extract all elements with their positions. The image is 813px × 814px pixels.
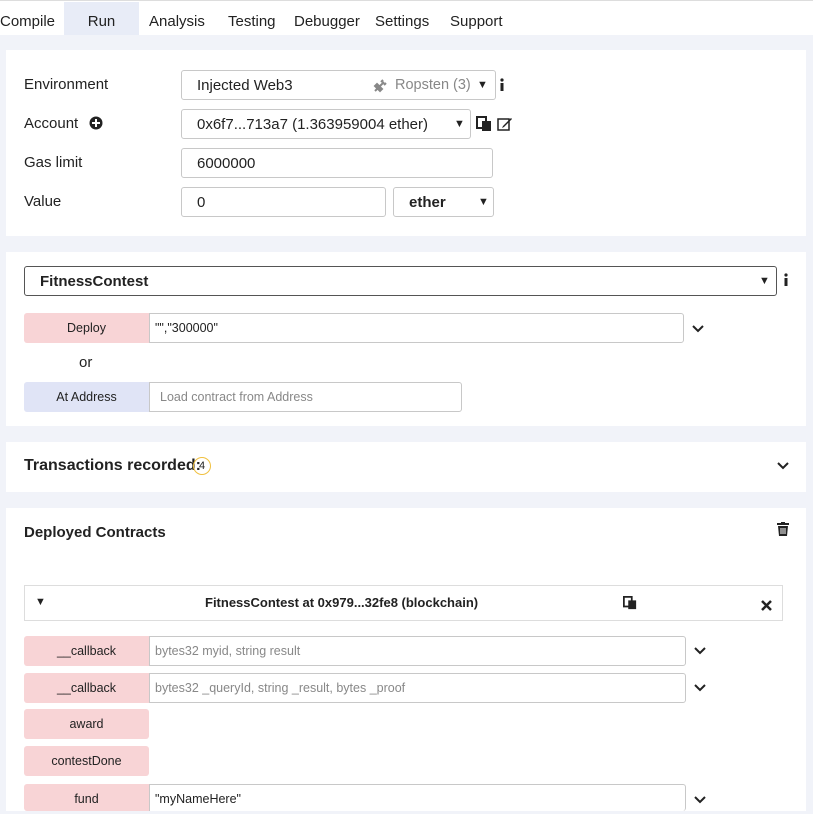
chevron-down-icon: ▼ [477, 79, 488, 91]
at-address-label: At Address [56, 390, 117, 404]
tab-bar: Compile Run Analysis Testing Debugger Se… [0, 0, 813, 35]
contract-select[interactable]: FitnessContest ▼ [24, 266, 777, 296]
copy-icon[interactable] [476, 116, 492, 136]
expand-chevron-icon[interactable] [693, 646, 707, 656]
tab-support-label: Support [450, 13, 503, 30]
function-label: contestDone [51, 754, 122, 768]
value-input[interactable]: 0 [181, 187, 386, 217]
info-icon[interactable] [782, 273, 790, 291]
unit-select[interactable]: ether ▼ [393, 187, 494, 217]
expand-chevron-icon[interactable] [691, 324, 705, 334]
at-address-placeholder: Load contract from Address [160, 390, 313, 404]
contract-instance-header[interactable]: ▼ FitnessContest at 0x979...32fe8 (block… [24, 585, 783, 621]
environment-value: Injected Web3 [197, 77, 293, 94]
account-value: 0x6f7...713a7 (1.363959004 ether) [197, 116, 429, 133]
at-address-input[interactable]: Load contract from Address [149, 382, 462, 412]
function-args-placeholder: bytes32 _queryId, string _result, bytes … [155, 681, 406, 695]
function-label: __callback [56, 681, 117, 695]
network-label: Ropsten (3) [395, 77, 471, 93]
transactions-label: Transactions recorded: [24, 457, 201, 474]
chevron-down-icon: ▼ [478, 196, 489, 208]
unit-value: ether [409, 194, 446, 211]
deploy-args-input[interactable]: "","300000" [149, 313, 684, 343]
environment-label: Environment [24, 76, 109, 93]
function-args-value: "myNameHere" [155, 792, 241, 806]
tab-run[interactable]: Run [64, 2, 139, 35]
function-args-input[interactable]: bytes32 _queryId, string _result, bytes … [149, 673, 686, 703]
add-account-icon[interactable] [89, 116, 103, 134]
account-label: Account [24, 115, 79, 132]
transactions-panel[interactable]: Transactions recorded: 4 [6, 442, 806, 492]
function-callback-button[interactable]: __callback [24, 636, 149, 666]
function-args-input[interactable]: "myNameHere" [149, 784, 686, 811]
tab-analysis[interactable]: Analysis [149, 2, 205, 35]
chevron-down-icon: ▼ [454, 118, 465, 130]
copy-address-icon[interactable] [623, 596, 637, 614]
value-label: Value [24, 193, 62, 210]
function-award-button[interactable]: award [24, 709, 149, 739]
tab-settings[interactable]: Settings [375, 2, 429, 35]
tab-debugger-label: Debugger [294, 13, 360, 30]
tab-compile[interactable]: Compile [0, 2, 62, 35]
function-contestdone-button[interactable]: contestDone [24, 746, 149, 776]
gas-limit-value: 6000000 [197, 155, 256, 172]
expand-chevron-icon[interactable] [693, 795, 707, 805]
tab-support[interactable]: Support [450, 2, 503, 35]
contract-instance-title: FitnessContest at 0x979...32fe8 (blockch… [205, 595, 479, 610]
deploy-args-value: "","300000" [155, 321, 218, 335]
transactions-count: 4 [198, 460, 206, 472]
chevron-down-icon: ▼ [759, 275, 770, 287]
function-label: __callback [56, 644, 117, 658]
value-amount: 0 [197, 194, 206, 211]
environment-select[interactable]: Injected Web3 Ropsten (3) ▼ [181, 70, 496, 100]
close-icon[interactable] [761, 598, 772, 615]
deployed-contracts-panel: Deployed Contracts ▼ FitnessContest at 0… [6, 508, 806, 811]
edit-icon[interactable] [497, 116, 513, 136]
tab-compile-label: Compile [0, 13, 56, 30]
info-icon[interactable] [498, 78, 506, 96]
expand-chevron-icon[interactable] [693, 683, 707, 693]
function-callback-proof-button[interactable]: __callback [24, 673, 149, 703]
function-args-placeholder: bytes32 myid, string result [155, 644, 301, 658]
contract-panel: FitnessContest ▼ Deploy "","300000" or A… [6, 252, 806, 426]
tab-testing-label: Testing [228, 13, 276, 30]
tab-settings-label: Settings [375, 13, 430, 30]
tab-debugger[interactable]: Debugger [294, 2, 360, 35]
tab-testing[interactable]: Testing [228, 2, 276, 35]
plug-icon [372, 71, 388, 100]
contract-selected: FitnessContest [40, 273, 149, 290]
settings-panel: Environment Injected Web3 Ropsten (3) ▼ … [6, 50, 806, 236]
deployed-contracts-title: Deployed Contracts [24, 524, 166, 541]
gas-limit-label: Gas limit [24, 154, 83, 171]
collapse-triangle-icon[interactable]: ▼ [35, 596, 46, 608]
account-select[interactable]: 0x6f7...713a7 (1.363959004 ether) ▼ [181, 109, 471, 139]
transactions-count-badge: 4 [193, 457, 211, 475]
function-args-input[interactable]: bytes32 myid, string result [149, 636, 686, 666]
function-label: award [69, 717, 104, 731]
tab-run-label: Run [87, 13, 116, 30]
or-label: or [79, 354, 93, 371]
trash-icon[interactable] [777, 522, 789, 540]
tab-analysis-label: Analysis [149, 13, 205, 30]
gas-limit-input[interactable]: 6000000 [181, 148, 493, 178]
at-address-button[interactable]: At Address [24, 382, 149, 412]
expand-chevron-icon[interactable] [776, 461, 790, 471]
deploy-button[interactable]: Deploy [24, 313, 149, 343]
function-label: fund [74, 792, 99, 806]
deploy-label: Deploy [67, 321, 106, 335]
function-fund-button[interactable]: fund [24, 784, 149, 811]
